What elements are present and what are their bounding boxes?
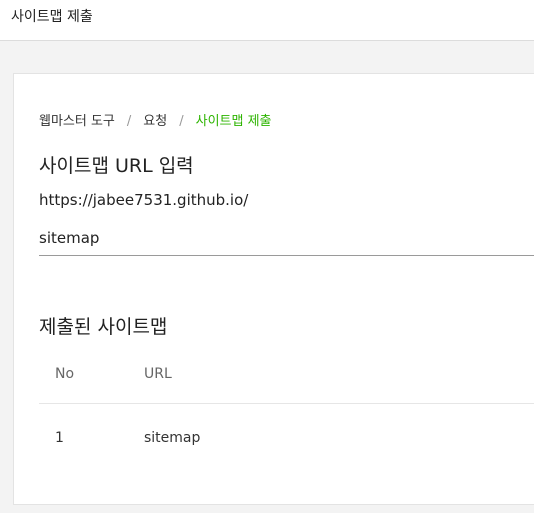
site-url-prefix: https://jabee7531.github.io/ <box>39 191 249 209</box>
sitemap-url-section-title: 사이트맵 URL 입력 <box>39 155 194 177</box>
breadcrumb: 웹마스터 도구 / 요청 / 사이트맵 제출 <box>39 110 272 129</box>
column-header-url: URL <box>144 366 172 382</box>
page-title: 사이트맵 제출 <box>11 9 93 25</box>
sitemap-url-input[interactable] <box>39 221 534 256</box>
submitted-sitemaps-title: 제출된 사이트맵 <box>39 316 168 338</box>
content-card: 웹마스터 도구 / 요청 / 사이트맵 제출 사이트맵 URL 입력 https://j… <box>13 73 534 505</box>
breadcrumb-separator: / <box>126 114 132 129</box>
column-header-no: No <box>55 366 75 382</box>
breadcrumb-item-webmaster-tools[interactable]: 웹마스터 도구 <box>39 114 115 129</box>
breadcrumb-item-request[interactable]: 요청 <box>143 114 167 129</box>
top-bar: 사이트맵 제출 <box>0 0 534 41</box>
row-no-cell: 1 <box>55 430 64 446</box>
breadcrumb-separator: / <box>179 114 184 129</box>
row-url-cell[interactable]: sitemap <box>144 430 200 446</box>
breadcrumb-item-sitemap-submit: 사이트맵 제출 <box>195 114 272 129</box>
table-row: 1 sitemap <box>39 404 534 470</box>
table-header: No URL <box>39 344 534 404</box>
